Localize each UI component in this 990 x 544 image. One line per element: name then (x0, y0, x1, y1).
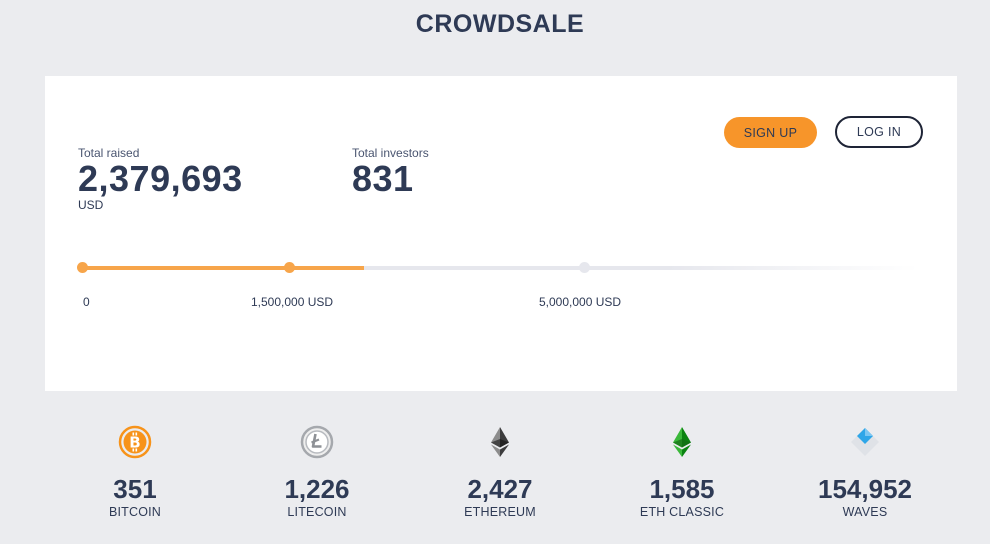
page-title: CROWDSALE (415, 10, 585, 38)
ethereum-amount: 2,427 (467, 474, 533, 504)
litecoin-amount: 1,226 (284, 474, 350, 504)
total-raised-value: 2,379,693 (78, 158, 243, 199)
waves-icon (847, 424, 883, 460)
eth-classic-label: ETH CLASSIC (639, 505, 725, 519)
progress-tick-goal: 5,000,000 USD (539, 295, 622, 309)
waves-amount: 154,952 (818, 474, 912, 504)
ethereum-icon (482, 424, 518, 460)
currency-waves: 154,952 WAVES (775, 424, 955, 520)
sign-up-button[interactable]: SIGN UP (724, 117, 817, 148)
ethereum-label: ETHEREUM (464, 505, 536, 519)
litecoin-icon (299, 424, 335, 460)
log-in-button[interactable]: LOG IN (835, 116, 923, 148)
progress-tick-start: 0 (83, 295, 90, 309)
litecoin-label: LITECOIN (287, 505, 347, 519)
waves-label: WAVES (842, 505, 888, 519)
bitcoin-icon: B (117, 424, 153, 460)
total-investors-stat: Total investors 831 (352, 146, 429, 198)
progress-goal-marker (579, 262, 590, 273)
eth-classic-icon (664, 424, 700, 460)
currency-litecoin: 1,226 LITECOIN (227, 424, 407, 520)
currency-ethereum: 2,427 ETHEREUM (410, 424, 590, 520)
progress-fill (83, 266, 364, 270)
bitcoin-label: BITCOIN (108, 505, 162, 519)
bitcoin-amount: 351 (113, 474, 157, 504)
eth-classic-amount: 1,585 (649, 474, 715, 504)
progress-milestone-marker (284, 262, 295, 273)
currency-eth-classic: 1,585 ETH CLASSIC (592, 424, 772, 520)
currency-bitcoin: B 351 BITCOIN (45, 424, 225, 520)
progress-start-marker (77, 262, 88, 273)
crowdsale-card: Total raised 2,379,693 USD Total investo… (45, 76, 957, 391)
total-investors-value: 831 (352, 158, 414, 199)
progress-tick-milestone: 1,500,000 USD (251, 295, 334, 309)
total-raised-unit: USD (78, 198, 104, 212)
total-raised-stat: Total raised 2,379,693 USD (78, 146, 243, 212)
svg-text:B: B (129, 434, 140, 452)
